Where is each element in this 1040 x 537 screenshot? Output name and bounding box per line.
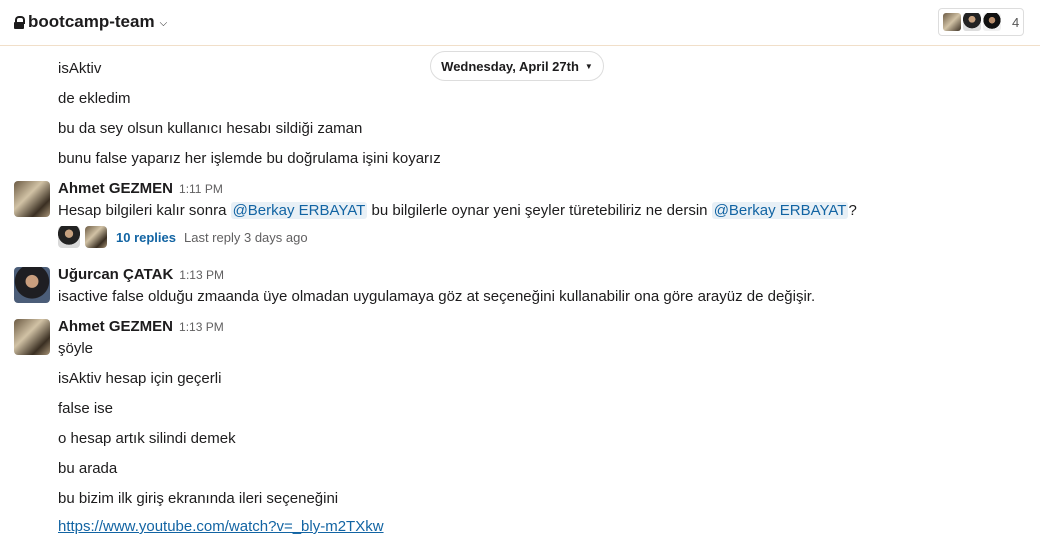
message-header: Uğurcan ÇATAK 1:13 PM	[58, 265, 224, 285]
message-text: de ekledim	[58, 90, 131, 107]
last-reply-text: Last reply 3 days ago	[184, 229, 308, 245]
avatar[interactable]	[14, 319, 50, 355]
member-count: 4	[1012, 14, 1020, 30]
thread-replies[interactable]: 10 replies Last reply 3 days ago	[58, 225, 308, 249]
message-time[interactable]: 1:13 PM	[179, 320, 224, 334]
message-text: Hesap bilgileri kalır sonra @Berkay ERBA…	[58, 201, 857, 221]
avatar[interactable]	[14, 267, 50, 303]
channel-name: bootcamp-team	[28, 12, 155, 31]
youtube-link[interactable]: https://www.youtube.com/watch?v=_bly-m2T…	[58, 518, 384, 535]
message-text: bunu false yaparız her işlemde bu doğrul…	[58, 150, 441, 167]
date-divider-button[interactable]: Wednesday, April 27th ▼	[430, 51, 604, 81]
members-button[interactable]: 4	[938, 8, 1024, 36]
member-avatar	[963, 13, 981, 31]
reply-avatar	[58, 226, 80, 248]
message-link: https://www.youtube.com/watch?v=_bly-m2T…	[58, 517, 384, 537]
message-text: isactive false olduğu zmaanda üye olmada…	[58, 288, 816, 305]
chevron-down-icon: ▼	[584, 61, 593, 71]
date-label: Wednesday, April 27th	[441, 58, 579, 74]
sender-name[interactable]: Ahmet GEZMEN	[58, 318, 173, 335]
sender-name[interactable]: Ahmet GEZMEN	[58, 180, 173, 197]
message-header: Ahmet GEZMEN 1:13 PM	[58, 317, 224, 337]
avatar[interactable]	[14, 181, 50, 217]
member-avatar	[943, 13, 961, 31]
text-segment: bu bilgilerle oynar yeni şeyler türetebi…	[367, 202, 712, 219]
reply-avatar	[85, 226, 107, 248]
message-time[interactable]: 1:13 PM	[179, 268, 224, 282]
message-time[interactable]: 1:11 PM	[179, 182, 223, 196]
chevron-down-icon: ⌵	[159, 17, 168, 29]
reply-count-link[interactable]: 10 replies	[116, 230, 176, 245]
message-text: o hesap artık silindi demek	[58, 430, 236, 447]
lock-icon	[14, 15, 25, 29]
message-text: isAktiv	[58, 60, 102, 77]
user-mention[interactable]: @Berkay ERBAYAT	[711, 202, 849, 219]
message-text: bu bizim ilk giriş ekranında ileri seçen…	[58, 490, 339, 507]
message-text: bu arada	[58, 460, 118, 477]
message-text: false ise	[58, 400, 114, 417]
message-header: Ahmet GEZMEN 1:11 PM	[58, 179, 223, 199]
message-text: şöyle	[58, 340, 94, 357]
member-avatar	[983, 13, 1001, 31]
text-segment: Hesap bilgileri kalır sonra	[58, 202, 231, 219]
channel-name-button[interactable]: bootcamp-team ⌵	[14, 12, 167, 32]
text-segment: ?	[848, 202, 857, 219]
message-text: bu da sey olsun kullanıcı hesabı sildiği…	[58, 120, 363, 137]
channel-header: bootcamp-team ⌵ 4	[0, 0, 1040, 46]
user-mention[interactable]: @Berkay ERBAYAT	[230, 202, 368, 219]
message-text: isAktiv hesap için geçerli	[58, 370, 222, 387]
sender-name[interactable]: Uğurcan ÇATAK	[58, 266, 173, 283]
